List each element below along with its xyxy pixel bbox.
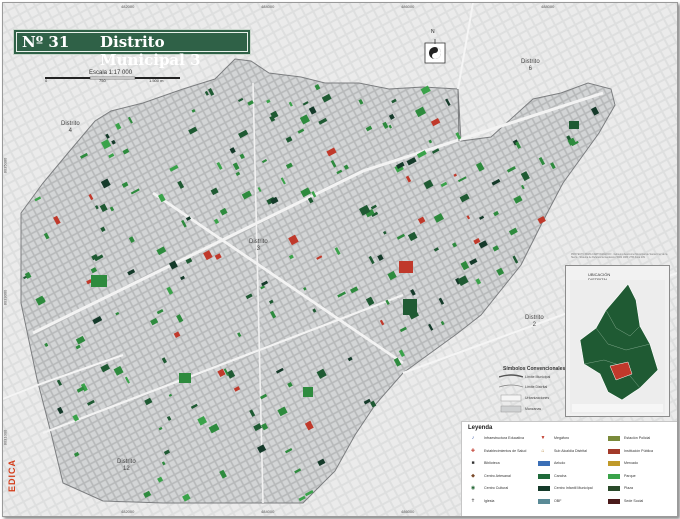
tick-bottom-3: 486000	[401, 509, 415, 514]
map-number: Nº 31	[22, 33, 70, 51]
legend-swatch	[608, 473, 620, 479]
publisher-logo: EDICA	[7, 459, 19, 499]
legend-label: Sede Social	[624, 498, 644, 503]
tick-bottom-1: 482000	[121, 509, 135, 514]
legend-symbol-icon: ■	[471, 460, 475, 466]
symbol-blocks: Manzanas	[525, 407, 542, 411]
legend-label: Plaza	[624, 486, 633, 490]
symbol-district-limit: Límite Distrital	[525, 385, 548, 389]
legend-label: Aeludo	[554, 461, 566, 465]
location-inset: UBICACIÓN DISTRITAL	[565, 265, 670, 417]
scale-tick-0: 0	[45, 78, 48, 83]
legend-swatch	[608, 498, 620, 504]
map-major-parcel	[179, 373, 191, 383]
map-major-parcel	[403, 299, 417, 315]
legend-symbol-icon: ♪	[471, 435, 475, 441]
tick-top-2: 484000	[261, 4, 275, 9]
district-12-label: Distrito 12	[117, 459, 136, 472]
legend-swatch	[538, 498, 550, 504]
compass-north-label: N	[431, 29, 435, 35]
scale-tick-1500: 1.500 m	[149, 78, 164, 83]
legend-label: Centro Artesanal	[484, 473, 511, 478]
legend-swatch	[608, 486, 620, 491]
legend-swatch	[538, 473, 550, 479]
legend-label: Parque	[624, 473, 636, 478]
legend-swatch	[608, 461, 620, 466]
legend-label: Sub Alcaldía Distrital	[554, 448, 587, 453]
legend-label: Biblioteca	[484, 461, 500, 465]
district-3-label: Distrito 3	[249, 239, 268, 252]
legend-label: OBF	[554, 498, 562, 503]
legend-symbol-icon: ✝	[470, 497, 476, 504]
map-frame: 482000 484000 486000 488000 482000 48400…	[2, 2, 678, 517]
legend: Leyenda ♪ Infraestructura Educativa ✚ Estab…	[461, 421, 677, 516]
scale-tick-750: 750	[99, 78, 106, 83]
legend-label: Iglesia	[484, 498, 495, 503]
tick-left-2: 8033000	[2, 289, 8, 306]
conventional-symbols: Símbolos Convencionales Límite Municipal…	[495, 363, 575, 419]
map-major-parcel	[399, 261, 413, 273]
legend-label: Centro Cultural	[484, 486, 509, 490]
legend-swatch	[538, 486, 550, 491]
publisher-name: EDICA	[7, 459, 17, 493]
map-major-parcel	[303, 387, 313, 397]
legend-title: Leyenda	[468, 425, 493, 431]
legend-label: Establecimientos de Salud	[484, 448, 527, 453]
map-district-name: Distrito Municipal 3	[100, 33, 201, 69]
legend-symbol-icon: ▼	[540, 435, 546, 441]
legend-symbol-icon: ✚	[470, 447, 476, 454]
legend-swatch	[608, 436, 620, 441]
legend-label: Megáforo	[554, 436, 570, 440]
scale-bar	[45, 76, 180, 80]
legend-symbol-icon: ◉	[470, 485, 476, 491]
map-credit: PROYECTO MAPA CARTOGRÁFICO · Gobierno Au…	[571, 253, 668, 259]
map-major-parcel	[91, 275, 107, 287]
tick-top-3: 486000	[401, 4, 415, 9]
legend-symbol-icon: ⌂	[541, 447, 545, 454]
tick-left-1: 8035000	[2, 157, 8, 174]
symbols-title: Símbolos Convencionales	[503, 366, 566, 372]
symbols-swatches	[499, 374, 523, 413]
legend-label: Estación Policial	[624, 436, 651, 440]
tick-left-3: 8031000	[2, 429, 8, 446]
legend-label: Institución Pública	[624, 448, 653, 453]
tick-top-1: 482000	[121, 4, 135, 9]
district-6-label: Distrito 6	[521, 59, 540, 72]
legend-swatch	[608, 448, 620, 454]
compass-rose-icon	[424, 39, 446, 64]
district-2-label: Distrito 2	[525, 315, 544, 328]
legend-label: Infraestructura Educativa	[484, 436, 524, 440]
legend-label: Centro Infantil Municipal	[554, 486, 593, 490]
map-major-parcel	[569, 121, 579, 129]
symbol-urbanizations: Urbanizaciones	[525, 396, 550, 400]
legend-label: Cancha	[554, 473, 567, 478]
tick-bottom-2: 484000	[261, 509, 275, 514]
legend-symbol-icon: ◆	[471, 472, 475, 479]
map-title: Nº 31 Distrito Municipal 3	[13, 29, 251, 69]
tick-top-4: 488000	[541, 4, 555, 9]
district-4-label: Distrito 4	[61, 121, 80, 134]
symbol-municipal-limit: Límite Municipal	[525, 375, 551, 379]
legend-swatch	[538, 461, 550, 466]
legend-label: Mercado	[624, 461, 638, 465]
inset-map	[570, 280, 665, 414]
